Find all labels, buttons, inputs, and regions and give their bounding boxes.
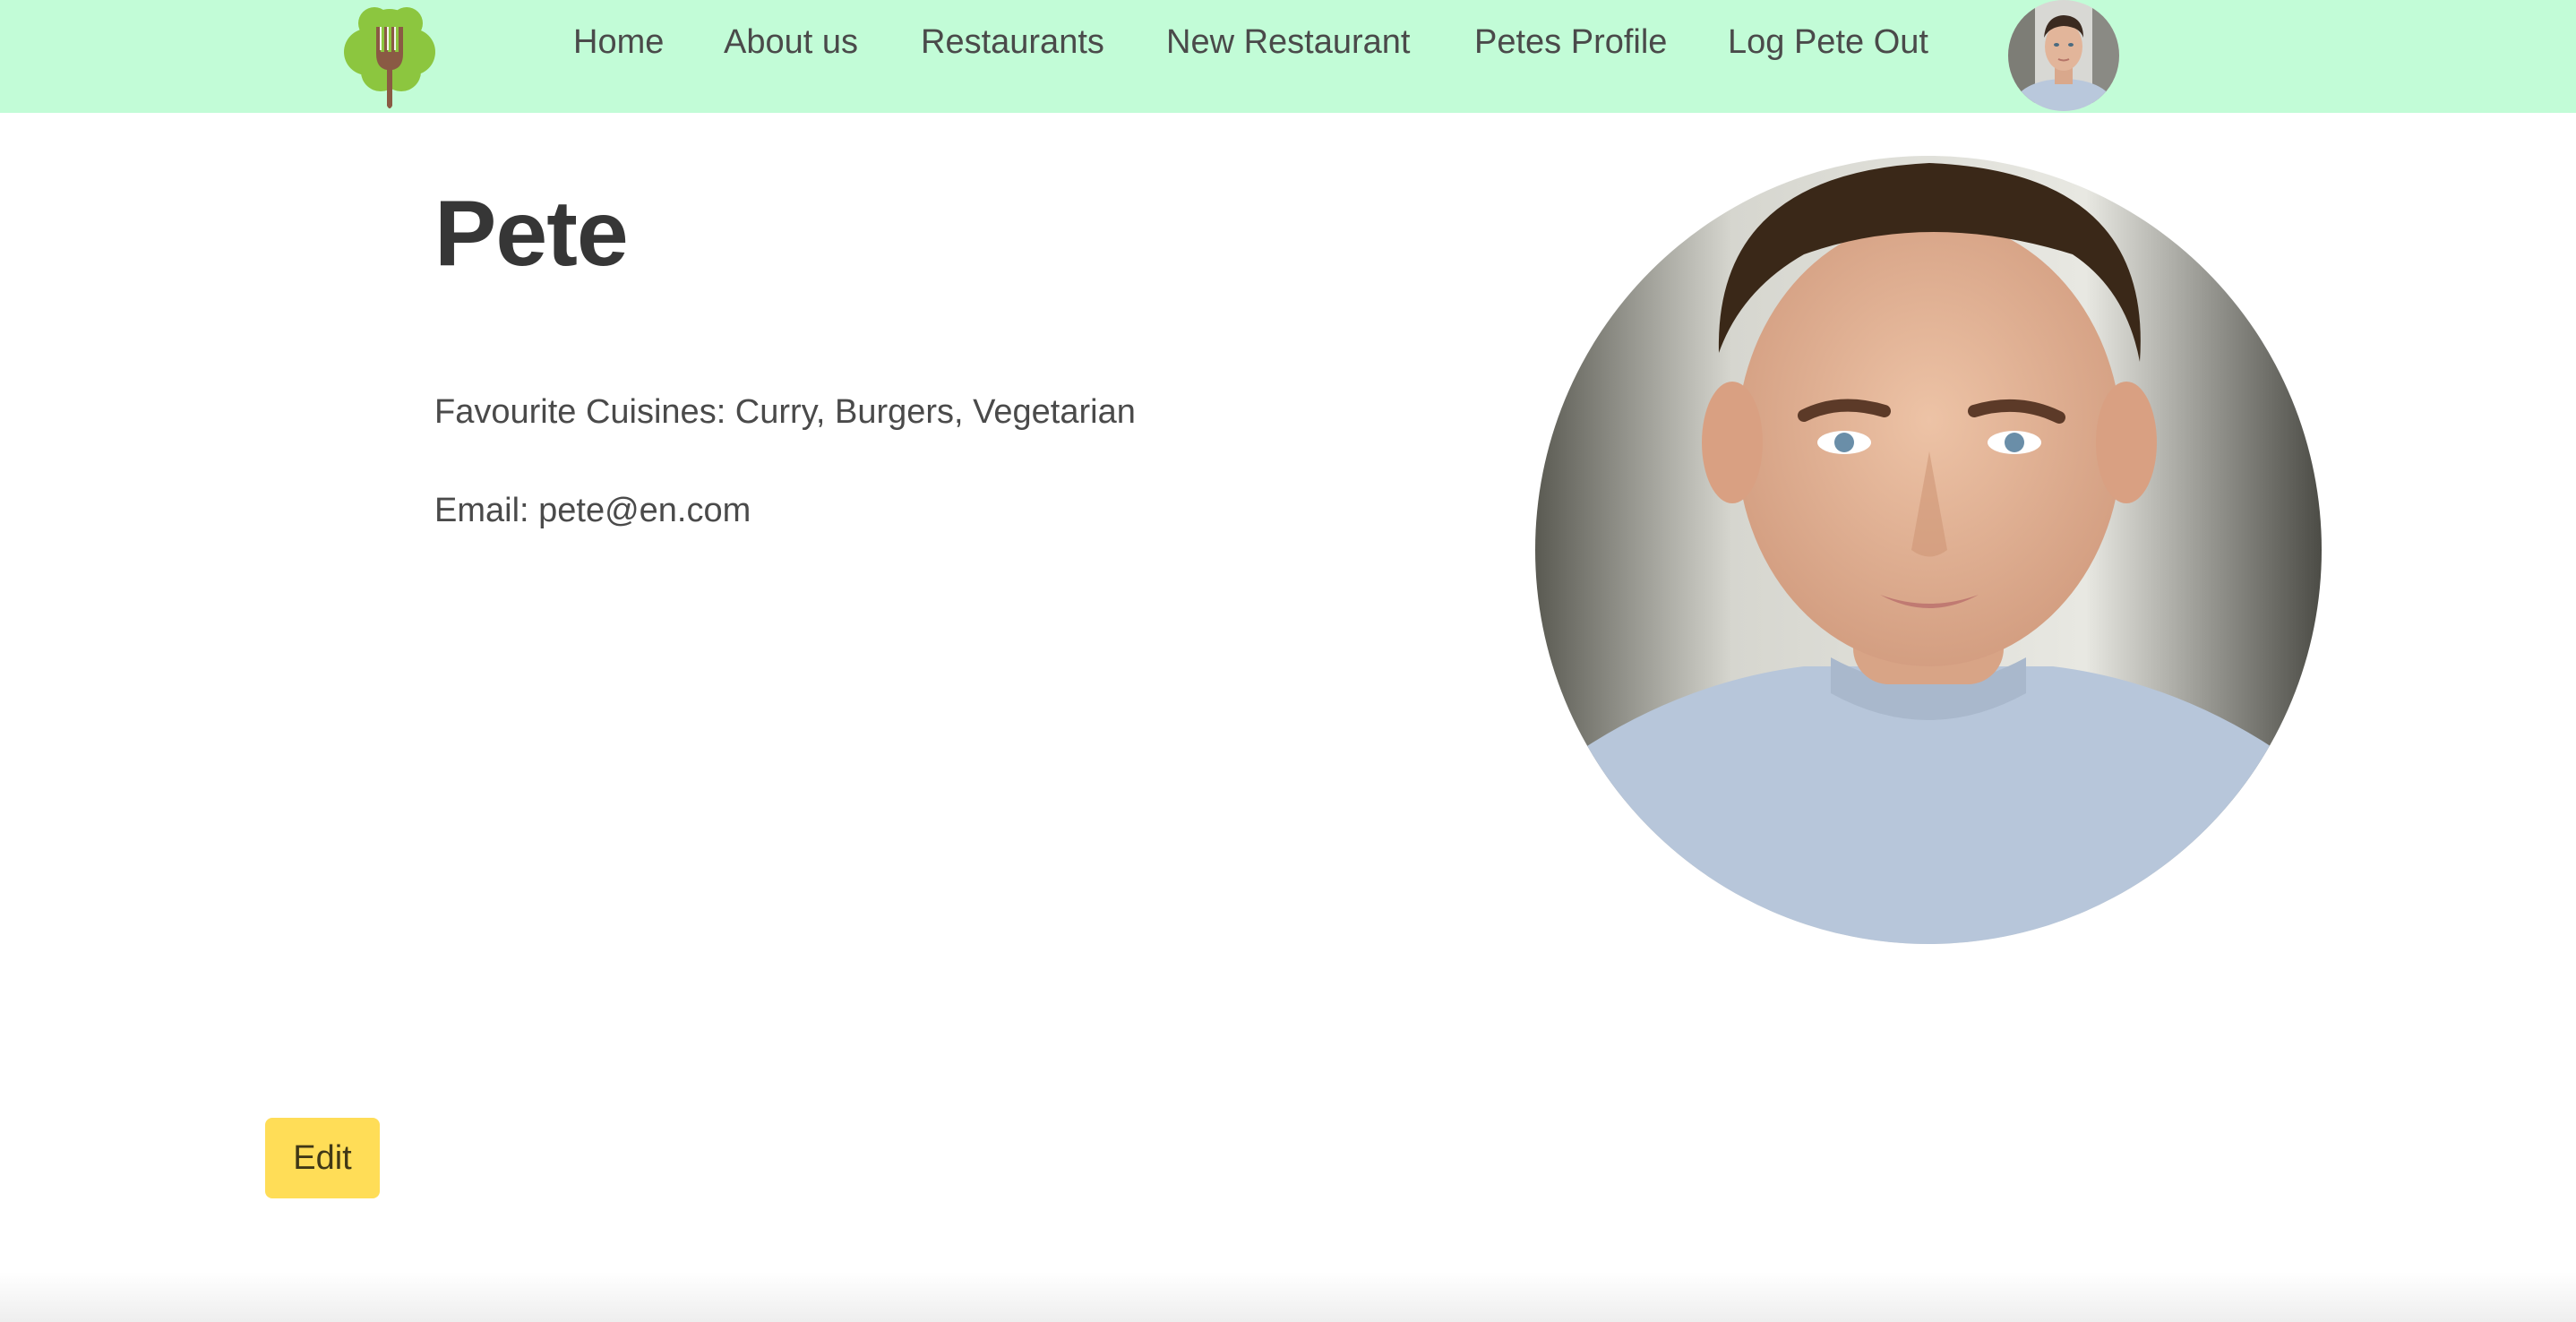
edit-button[interactable]: Edit [265, 1118, 380, 1198]
email-text: Email: pete@en.com [434, 492, 751, 529]
profile-photo [1535, 156, 2322, 944]
footer [0, 1272, 2576, 1322]
nav-about-us[interactable]: About us [724, 20, 858, 64]
avatar[interactable] [2008, 0, 2119, 111]
page-title: Pete [434, 182, 629, 286]
tree-fork-icon[interactable] [331, 0, 448, 113]
favourite-cuisines: Favourite Cuisines: Curry, Burgers, Vege… [434, 393, 1136, 431]
nav-new-restaurant[interactable]: New Restaurant [1166, 20, 1410, 64]
nav-home[interactable]: Home [573, 20, 664, 64]
nav-restaurants[interactable]: Restaurants [921, 20, 1104, 64]
nav-profile[interactable]: Petes Profile [1474, 20, 1667, 64]
nav-logout[interactable]: Log Pete Out [1728, 20, 1928, 64]
navbar: Home About us Restaurants New Restaurant… [0, 0, 2576, 113]
